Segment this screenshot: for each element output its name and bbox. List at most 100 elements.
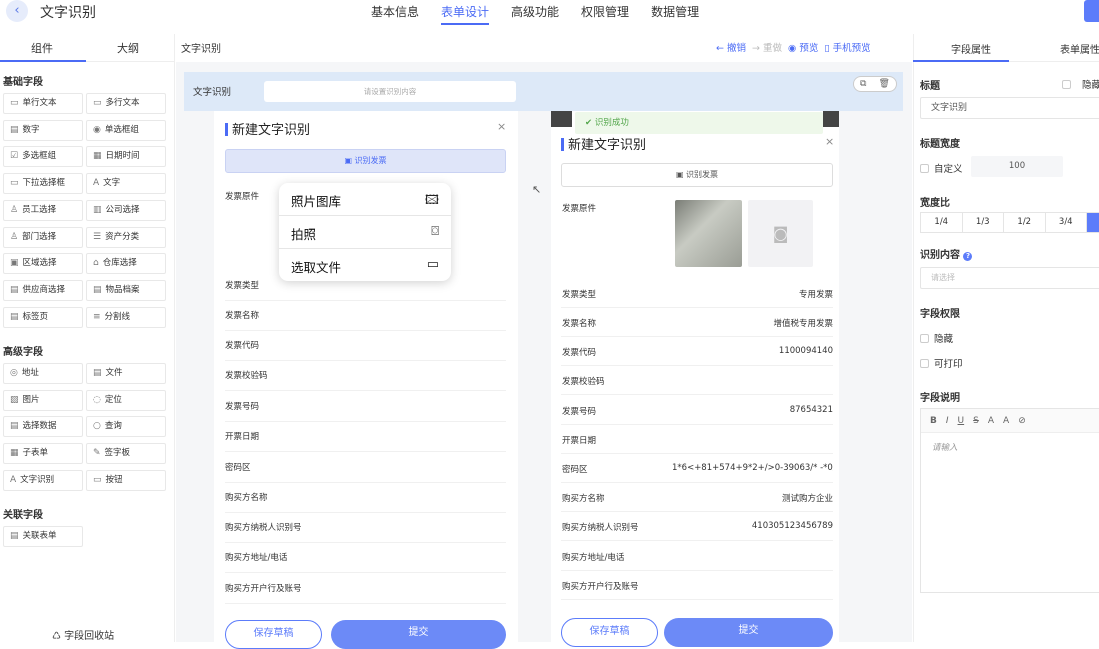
row-divider <box>561 453 833 454</box>
recognize-content-select[interactable]: 请选择 <box>920 267 1099 289</box>
redo-button[interactable]: → 重做 <box>752 40 782 54</box>
recycle-bin-link[interactable]: ♺ 字段回收站 <box>52 627 114 642</box>
tab-advanced[interactable]: 高级功能 <box>500 3 570 21</box>
ratio-full-selected[interactable] <box>1087 213 1099 232</box>
title-input[interactable]: 文字识别 <box>920 97 1099 119</box>
right-recognize-button[interactable]: ▣ 识别发票 <box>561 163 833 187</box>
success-toast: ✔ 识别成功 <box>575 112 823 134</box>
basic-field-15[interactable]: ▤ 物品档案 <box>86 279 166 301</box>
close-icon[interactable]: × <box>497 120 506 133</box>
mobile-preview-button[interactable]: ▯ 手机预览 <box>824 40 870 54</box>
basic-field-1[interactable]: ▭ 多行文本 <box>86 93 166 114</box>
tab-form-design[interactable]: 表单设计 <box>430 3 500 25</box>
custom-width-input[interactable]: 100 <box>971 156 1063 177</box>
mouse-cursor-icon: ↖ <box>532 183 542 196</box>
selected-field-input[interactable]: 请设置识别内容 <box>264 81 516 102</box>
basic-field-10[interactable]: ♙ 部门选择 <box>3 226 83 248</box>
basic-field-3[interactable]: ◉ 单选框组 <box>86 119 166 141</box>
menu-take-photo[interactable]: 拍照 <box>291 224 316 243</box>
right-save-draft-button[interactable]: 保存草稿 <box>561 618 658 647</box>
tab-data-management[interactable]: 数据管理 <box>640 3 710 21</box>
related-field-0[interactable]: ▤ 关联表单 <box>3 526 83 547</box>
advanced-field-2[interactable]: ▨ 图片 <box>3 389 83 411</box>
preview-button[interactable]: ◉ 预览 <box>788 40 818 54</box>
perm-printable-label: 可打印 <box>934 359 963 370</box>
ratio-1-3[interactable]: 1/3 <box>963 213 1004 232</box>
tab-form-properties[interactable]: 表单属性 <box>1060 41 1099 56</box>
close-icon-right[interactable]: × <box>825 135 834 148</box>
width-ratio-group: 1/4 1/3 1/2 3/4 <box>920 212 1099 233</box>
ratio-1-2[interactable]: 1/2 <box>1004 213 1046 232</box>
help-icon[interactable]: ? <box>963 252 973 261</box>
advanced-field-6[interactable]: ▦ 子表单 <box>3 443 83 465</box>
editor-placeholder[interactable]: 请输入 <box>921 433 1099 461</box>
underline-icon[interactable]: U <box>958 409 965 432</box>
advanced-field-0[interactable]: ◎ 地址 <box>3 363 83 384</box>
basic-field-5[interactable]: ▦ 日期时间 <box>86 146 166 168</box>
advanced-field-7[interactable]: ✎ 签字板 <box>86 443 166 465</box>
left-submit-button[interactable]: 提交 <box>331 620 506 649</box>
left-save-draft-button[interactable]: 保存草稿 <box>225 620 322 649</box>
delete-icon[interactable]: 🗑 <box>879 79 890 89</box>
advanced-field-1[interactable]: ▤ 文件 <box>86 363 166 384</box>
link-icon[interactable]: ⊘ <box>1018 409 1026 432</box>
advanced-field-9[interactable]: ▭ 按钮 <box>86 469 166 491</box>
basic-field-4[interactable]: ☑ 多选框组 <box>3 146 83 168</box>
basic-field-2[interactable]: ▤ 数字 <box>3 119 83 141</box>
advanced-field-3[interactable]: ◌ 定位 <box>86 389 166 411</box>
basic-field-11[interactable]: ☰ 资产分类 <box>86 226 166 248</box>
folder-icon: ▭ <box>426 257 439 272</box>
field-type-icon: ▭ <box>93 474 102 485</box>
basic-field-7[interactable]: A 文字 <box>86 173 166 195</box>
rich-text-editor[interactable]: B I U S A A ⊘ 请输入 <box>920 408 1099 593</box>
perm-printable-checkbox[interactable]: 可打印 <box>920 356 963 370</box>
field-type-label: 地址 <box>21 368 39 378</box>
advanced-field-4[interactable]: ▤ 选择数据 <box>3 416 83 438</box>
add-photo-camera-icon[interactable]: ◙ <box>748 200 813 267</box>
copy-icon[interactable]: ⧉ <box>860 79 866 89</box>
bold-icon[interactable]: B <box>930 409 937 432</box>
font-color-icon[interactable]: A <box>988 409 994 432</box>
right-submit-button[interactable]: 提交 <box>664 618 833 647</box>
basic-field-16[interactable]: ▤ 标签页 <box>3 306 83 328</box>
basic-field-17[interactable]: ≡ 分割线 <box>86 306 166 328</box>
right-phone-title: 新建文字识别 <box>561 134 646 153</box>
section-advanced-fields: 高级字段 <box>3 347 43 358</box>
basic-field-14[interactable]: ▤ 供应商选择 <box>3 279 83 301</box>
hide-title-toggle[interactable]: 隐藏 <box>1062 77 1099 91</box>
basic-field-13[interactable]: ⌂ 仓库选择 <box>86 253 166 275</box>
selected-field-row[interactable]: 文字识别 请设置识别内容 <box>184 72 903 111</box>
check-circle-icon: ✔ <box>585 118 595 128</box>
menu-photo-library[interactable]: 照片图库 <box>291 191 341 210</box>
row-divider <box>561 424 833 425</box>
advanced-field-5[interactable]: ○ 查询 <box>86 416 166 438</box>
tab-basic-info[interactable]: 基本信息 <box>360 3 430 21</box>
back-arrow-icon[interactable]: ‹ <box>6 0 28 22</box>
left-recognize-button[interactable]: ▣ 识别发票 <box>225 149 506 173</box>
left-field-label: 发票号码 <box>225 402 260 412</box>
camera-icon: ⌼ <box>431 224 439 239</box>
basic-field-12[interactable]: ▣ 区域选择 <box>3 253 83 275</box>
strikethrough-icon[interactable]: S <box>973 409 979 432</box>
tab-permissions[interactable]: 权限管理 <box>570 3 640 21</box>
basic-field-6[interactable]: ▭ 下拉选择框 <box>3 173 83 195</box>
right-field-value: 87654321 <box>789 405 833 415</box>
undo-button[interactable]: ← 撤销 <box>716 40 746 54</box>
menu-choose-file[interactable]: 选取文件 <box>291 257 341 276</box>
tab-outline[interactable]: 大纲 <box>117 40 139 56</box>
bg-color-icon[interactable]: A <box>1003 409 1009 432</box>
italic-icon[interactable]: I <box>946 409 949 432</box>
ratio-1-4[interactable]: 1/4 <box>921 213 963 232</box>
perm-hidden-checkbox[interactable]: 隐藏 <box>920 331 953 345</box>
basic-field-8[interactable]: ♙ 员工选择 <box>3 199 83 221</box>
publish-button[interactable] <box>1084 0 1099 22</box>
invoice-photo-thumbnail[interactable] <box>675 200 742 267</box>
ratio-3-4[interactable]: 3/4 <box>1046 213 1087 232</box>
tab-field-properties[interactable]: 字段属性 <box>951 41 991 56</box>
custom-width-checkbox[interactable]: 自定义 <box>920 161 963 175</box>
advanced-field-8[interactable]: A 文字识别 <box>3 469 83 491</box>
basic-field-0[interactable]: ▭ 单行文本 <box>3 93 83 114</box>
tab-components[interactable]: 组件 <box>31 40 53 56</box>
field-type-icon: ▤ <box>10 421 19 432</box>
basic-field-9[interactable]: ▥ 公司选择 <box>86 199 166 221</box>
